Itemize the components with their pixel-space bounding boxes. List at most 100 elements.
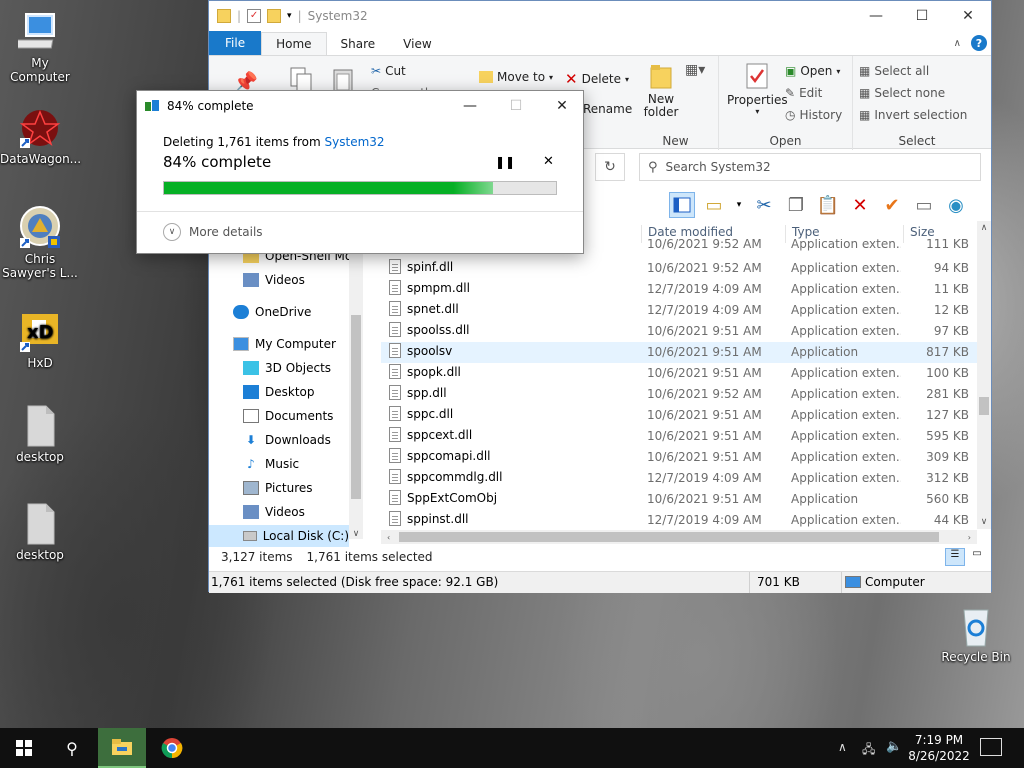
- nav-item-local-disk[interactable]: Local Disk (C:): [209, 525, 349, 547]
- table-row[interactable]: SppExtComObj 10/6/2021 9:51 AM Application…: [381, 489, 977, 510]
- dropdown-icon[interactable]: ▾: [733, 192, 745, 218]
- properties-icon[interactable]: ✓: [247, 9, 262, 23]
- nav-label: Music: [265, 457, 300, 471]
- rename-icon[interactable]: ▭: [911, 192, 937, 218]
- desktop-icon-my-computer[interactable]: My Computer: [0, 10, 80, 84]
- properties-icon[interactable]: ▭: [701, 192, 727, 218]
- select-none-button[interactable]: ▦ Select none: [859, 86, 945, 100]
- table-row[interactable]: sppcomapi.dll 10/6/2021 9:51 AM Applicatio…: [381, 447, 977, 468]
- nav-item-my-computer[interactable]: My Computer: [233, 337, 336, 351]
- nav-scrollbar[interactable]: ∨: [349, 221, 363, 539]
- clock[interactable]: 7:19 PM 8/26/2022: [906, 732, 972, 764]
- notification-center-icon[interactable]: [980, 738, 1002, 756]
- table-row[interactable]: spp.dll 10/6/2021 9:52 AM Application exte…: [381, 384, 977, 405]
- details-view-icon[interactable]: ☰: [945, 548, 965, 566]
- copy-icon[interactable]: ❐: [783, 192, 809, 218]
- dialog-close-button[interactable]: ✕: [539, 91, 585, 121]
- table-row[interactable]: sppinst.dll 12/7/2019 4:09 AM Application …: [381, 510, 977, 531]
- globe-icon[interactable]: ◉: [943, 192, 969, 218]
- nav-item-downloads[interactable]: ⬇ Downloads: [243, 433, 331, 447]
- new-folder-button[interactable]: New folder: [644, 62, 681, 119]
- cut-button[interactable]: ✂ Cut: [371, 64, 406, 78]
- horizontal-scroll-thumb[interactable]: [399, 532, 939, 542]
- tab-home[interactable]: Home: [261, 32, 327, 55]
- cancel-button[interactable]: ✕: [543, 154, 554, 169]
- minimize-button[interactable]: —: [853, 1, 899, 31]
- dialog-maximize-button[interactable]: ☐: [493, 91, 539, 121]
- scroll-up-icon[interactable]: ∧: [977, 223, 991, 233]
- desktop-icon-hxd[interactable]: xD HxD: [0, 310, 80, 370]
- invert-selection-button[interactable]: ▦ Invert selection: [859, 108, 967, 122]
- nav-item-onedrive[interactable]: OneDrive: [233, 305, 311, 319]
- edit-button[interactable]: ✎ Edit: [785, 86, 822, 100]
- nav-item-videos[interactable]: Videos: [243, 273, 305, 287]
- nav-item-desktop[interactable]: Desktop: [243, 385, 315, 399]
- properties-button[interactable]: Properties ▾: [727, 62, 788, 116]
- table-row[interactable]: sppcext.dll 10/6/2021 9:51 AM Application …: [381, 426, 977, 447]
- search-button[interactable]: ⚲: [48, 728, 96, 768]
- table-row[interactable]: sppc.dll 10/6/2021 9:51 AM Application ext…: [381, 405, 977, 426]
- scroll-right-icon[interactable]: ›: [968, 533, 971, 542]
- more-details-button[interactable]: ∨ More details: [163, 223, 263, 241]
- table-row[interactable]: spoolss.dll 10/6/2021 9:51 AM Application …: [381, 321, 977, 342]
- file-scroll-thumb[interactable]: [979, 397, 989, 415]
- paste-icon[interactable]: 📋: [815, 192, 841, 218]
- qat-dropdown-icon[interactable]: ▾: [287, 11, 292, 21]
- dialog-minimize-button[interactable]: —: [447, 91, 493, 121]
- show-hidden-icons-icon[interactable]: ∧: [838, 740, 847, 754]
- volume-icon[interactable]: 🔈: [886, 739, 902, 754]
- rename-button[interactable]: Rename: [583, 102, 632, 116]
- scroll-down-icon[interactable]: ∨: [349, 529, 363, 539]
- maximize-button[interactable]: ☐: [899, 1, 945, 31]
- desktop-icon-chris-sawyer[interactable]: Chris Sawyer's L...: [0, 206, 80, 280]
- desktop-icon-recycle-bin[interactable]: Recycle Bin: [936, 604, 1016, 664]
- file-list-scrollbar[interactable]: ∧ ∨: [977, 221, 991, 529]
- horizontal-scrollbar[interactable]: ‹ ›: [381, 530, 977, 544]
- music-note-icon: ♪: [247, 457, 255, 471]
- taskbar-chrome[interactable]: [148, 728, 196, 768]
- table-row[interactable]: spnet.dll 12/7/2019 4:09 AM Application ex…: [381, 300, 977, 321]
- nav-item-documents[interactable]: Documents: [243, 409, 333, 423]
- nav-scroll-thumb[interactable]: [351, 315, 361, 499]
- scroll-left-icon[interactable]: ‹: [387, 533, 390, 542]
- new-item-icon[interactable]: ▦▾: [685, 62, 705, 78]
- source-folder-link[interactable]: System32: [325, 135, 385, 149]
- large-icons-view-icon[interactable]: ▭: [967, 548, 987, 566]
- nav-item-music[interactable]: ♪ Music: [243, 457, 299, 471]
- delete-icon[interactable]: ✕: [847, 192, 873, 218]
- refresh-button[interactable]: ↻: [595, 153, 625, 181]
- nav-item-videos-2[interactable]: Videos: [243, 505, 305, 519]
- move-to-button[interactable]: Move to ▾: [479, 70, 553, 84]
- desktop-icon-desktop-2[interactable]: desktop: [0, 502, 80, 562]
- delete-button[interactable]: ✕ Delete ▾: [565, 70, 629, 88]
- preview-pane-icon[interactable]: [669, 192, 695, 218]
- pause-button[interactable]: ❚❚: [495, 155, 515, 169]
- desktop-icon-label: My Computer: [10, 56, 70, 84]
- table-row[interactable]: spopk.dll 10/6/2021 9:51 AM Application ex…: [381, 363, 977, 384]
- new-folder-icon[interactable]: [267, 9, 282, 23]
- cut-icon[interactable]: ✂: [751, 192, 777, 218]
- search-box[interactable]: ⚲ Search System32: [639, 153, 981, 181]
- table-row[interactable]: spinf.dll 10/6/2021 9:52 AM Application ex…: [381, 258, 977, 279]
- history-button[interactable]: ◷ History: [785, 108, 842, 122]
- nav-item-3d-objects[interactable]: 3D Objects: [243, 361, 331, 375]
- desktop-icon-desktop-1[interactable]: desktop: [0, 404, 80, 464]
- table-row[interactable]: spoolsv 10/6/2021 9:51 AM Application 817 K…: [381, 342, 977, 363]
- desktop-icon-datawagon[interactable]: DataWagon...: [0, 106, 81, 166]
- check-icon[interactable]: ✔: [879, 192, 905, 218]
- tab-file[interactable]: File: [209, 31, 262, 55]
- network-icon[interactable]: 🖧: [862, 740, 875, 761]
- close-button[interactable]: ✕: [945, 1, 991, 31]
- open-button[interactable]: ▣ Open ▾: [785, 64, 840, 78]
- taskbar-file-explorer[interactable]: [98, 728, 146, 768]
- help-icon[interactable]: ?: [971, 35, 987, 51]
- tab-share[interactable]: Share: [327, 33, 390, 55]
- nav-item-pictures[interactable]: Pictures: [243, 481, 313, 495]
- table-row[interactable]: spmpm.dll 12/7/2019 4:09 AM Application ex…: [381, 279, 977, 300]
- tab-view[interactable]: View: [389, 33, 445, 55]
- scroll-down-icon[interactable]: ∨: [977, 517, 991, 527]
- table-row[interactable]: sppcommdlg.dll 12/7/2019 4:09 AM Applicati…: [381, 468, 977, 489]
- select-all-button[interactable]: ▦ Select all: [859, 64, 929, 78]
- ribbon-collapse-icon[interactable]: ∧: [954, 38, 961, 49]
- start-button[interactable]: [0, 728, 48, 768]
